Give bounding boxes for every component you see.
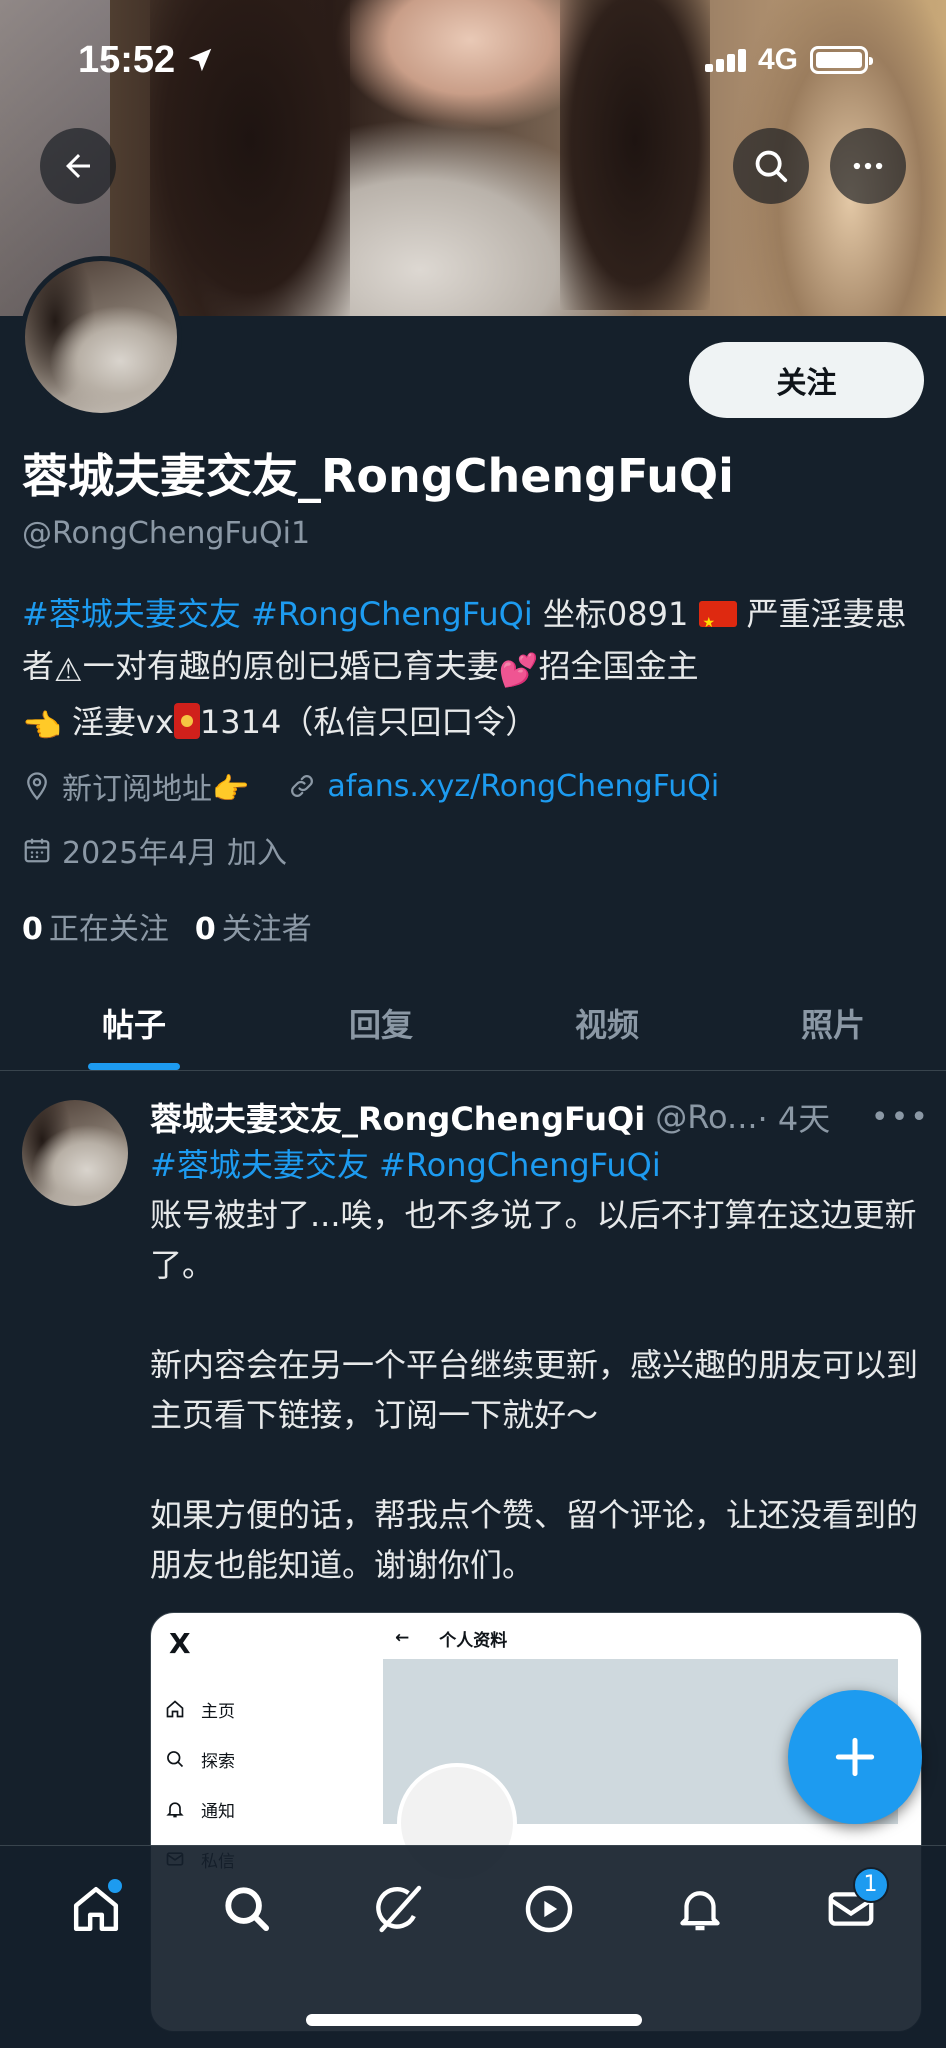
back-arrow-icon: ← bbox=[395, 1628, 410, 1648]
back-arrow-icon bbox=[66, 154, 90, 178]
profile-handle: @RongChengFuQi1 bbox=[22, 516, 311, 551]
profile-avatar[interactable] bbox=[20, 256, 182, 418]
home-icon bbox=[166, 1700, 184, 1718]
hashtag-link[interactable]: #RongChengFuQi bbox=[251, 595, 533, 633]
messages-badge: 1 bbox=[852, 1866, 889, 1903]
media-menu-item: 通知 bbox=[165, 1784, 367, 1834]
bio-text: 坐标0891 bbox=[532, 595, 689, 633]
active-tab-indicator bbox=[88, 1063, 180, 1070]
nav-video[interactable] bbox=[509, 1869, 589, 1949]
bell-icon bbox=[679, 1890, 720, 1930]
nav-grok[interactable] bbox=[358, 1869, 438, 1949]
media-menu-item: 探索 bbox=[165, 1734, 367, 1784]
unread-dot bbox=[107, 1878, 122, 1893]
media-title: 个人资料 bbox=[439, 1630, 508, 1651]
x-logo-icon: X bbox=[169, 1627, 191, 1660]
post-author-name[interactable]: 蓉城夫妻交友_RongChengFuQi bbox=[150, 1094, 645, 1140]
followers-count-link[interactable]: 0 关注者 bbox=[195, 904, 312, 948]
following-count-link[interactable]: 0 正在关注 bbox=[22, 904, 169, 948]
nav-notifications[interactable] bbox=[660, 1869, 740, 1949]
post-paragraph: 新内容会在另一个平台继续更新，感兴趣的朋友可以到主页看下链接，订阅一下就好～ bbox=[150, 1346, 919, 1434]
nav-search[interactable] bbox=[207, 1869, 287, 1949]
search-icon bbox=[755, 150, 788, 183]
status-time-group: 15:52 bbox=[78, 39, 215, 82]
compose-button[interactable] bbox=[788, 1690, 922, 1824]
profile-name: 蓉城夫妻交友_RongChengFuQi bbox=[22, 449, 734, 503]
plus-icon bbox=[835, 1737, 875, 1777]
back-button[interactable] bbox=[40, 128, 116, 204]
tab-photos[interactable]: 照片 bbox=[720, 975, 946, 1070]
pointing-hand-icon: 👈 bbox=[22, 707, 62, 745]
more-button[interactable] bbox=[830, 128, 906, 204]
profile-meta-location-row: 新订阅地址👉 afans.xyz/RongChengFuQi bbox=[22, 764, 719, 808]
tab-posts[interactable]: 帖子 bbox=[0, 975, 268, 1070]
link-icon bbox=[291, 775, 314, 797]
nav-messages[interactable]: 1 bbox=[811, 1866, 891, 1949]
post-paragraph: 如果方便的话，帮我点个赞、留个评论，让还没看到的朋友也能知道。谢谢你们。 bbox=[150, 1496, 919, 1584]
bio-text: 淫妻vx bbox=[72, 703, 174, 741]
search-button[interactable] bbox=[733, 128, 809, 204]
search-icon bbox=[224, 1886, 269, 1931]
follow-counts: 0 正在关注 0 关注者 bbox=[22, 904, 312, 948]
location-arrow-icon bbox=[188, 48, 212, 72]
profile-bio: #蓉城夫妻交友 #RongChengFuQi 坐标0891 严重淫妻患者⚠一对有… bbox=[22, 588, 927, 752]
network-label: 4G bbox=[757, 43, 798, 76]
grok-icon bbox=[375, 1885, 421, 1932]
hashtag-link[interactable]: #RongChengFuQi bbox=[379, 1146, 661, 1184]
search-icon bbox=[167, 1751, 184, 1768]
signal-icon bbox=[704, 48, 746, 72]
status-indicators: 4G bbox=[704, 43, 873, 77]
media-header: ← 个人资料 bbox=[381, 1613, 921, 1663]
battery-icon bbox=[810, 46, 873, 74]
post-timestamp: · 4天 bbox=[757, 1100, 831, 1138]
more-horizontal-icon bbox=[853, 162, 883, 170]
hashtag-link[interactable]: #蓉城夫妻交友 bbox=[22, 595, 241, 633]
calendar-icon bbox=[24, 838, 50, 863]
hearts-icon: 💕 bbox=[498, 651, 539, 689]
bio-text: 1314（私信只回口令） bbox=[199, 703, 538, 741]
post-body: #蓉城夫妻交友 #RongChengFuQi 账号被封了...唉，也不多说了。以… bbox=[150, 1140, 920, 1590]
post-author-avatar[interactable] bbox=[22, 1100, 128, 1206]
status-time: 15:52 bbox=[78, 38, 176, 81]
follow-button[interactable]: 关注 bbox=[689, 342, 924, 418]
red-envelope-icon bbox=[173, 703, 200, 739]
bell-icon bbox=[166, 1802, 184, 1818]
media-menu-item: 主页 bbox=[165, 1684, 367, 1734]
status-bar: 15:52 4G bbox=[0, 0, 946, 120]
post-more-button[interactable]: ••• bbox=[871, 1100, 930, 1135]
profile-joined-date: 2025年4月 加入 bbox=[62, 836, 287, 871]
tab-replies[interactable]: 回复 bbox=[268, 975, 494, 1070]
post-paragraph: 账号被封了...唉，也不多说了。以后不打算在这边更新了。 bbox=[150, 1196, 917, 1284]
location-pin-icon bbox=[27, 772, 47, 801]
post-author-handle: @Ro... bbox=[655, 1098, 758, 1136]
china-flag-icon bbox=[698, 597, 737, 649]
bio-text: 一对有趣的原创已婚已育夫妻 bbox=[82, 647, 499, 685]
profile-website-link[interactable]: afans.xyz/RongChengFuQi bbox=[327, 769, 719, 804]
tab-videos[interactable]: 视频 bbox=[494, 975, 720, 1070]
nav-home[interactable] bbox=[56, 1869, 136, 1949]
warning-icon: ⚠ bbox=[54, 651, 83, 689]
post-header: 蓉城夫妻交友_RongChengFuQi @Ro... · 4天 ••• bbox=[150, 1094, 930, 1140]
profile-meta-joined-row: 2025年4月 加入 bbox=[22, 828, 287, 872]
profile-tabs: 帖子 回复 视频 照片 bbox=[0, 975, 946, 1071]
home-indicator[interactable] bbox=[306, 2014, 642, 2026]
profile-location: 新订阅地址👉 bbox=[62, 772, 250, 807]
bio-text: 招全国金主 bbox=[538, 647, 699, 685]
hashtag-link[interactable]: #蓉城夫妻交友 bbox=[150, 1146, 369, 1184]
video-play-icon bbox=[525, 1885, 572, 1932]
